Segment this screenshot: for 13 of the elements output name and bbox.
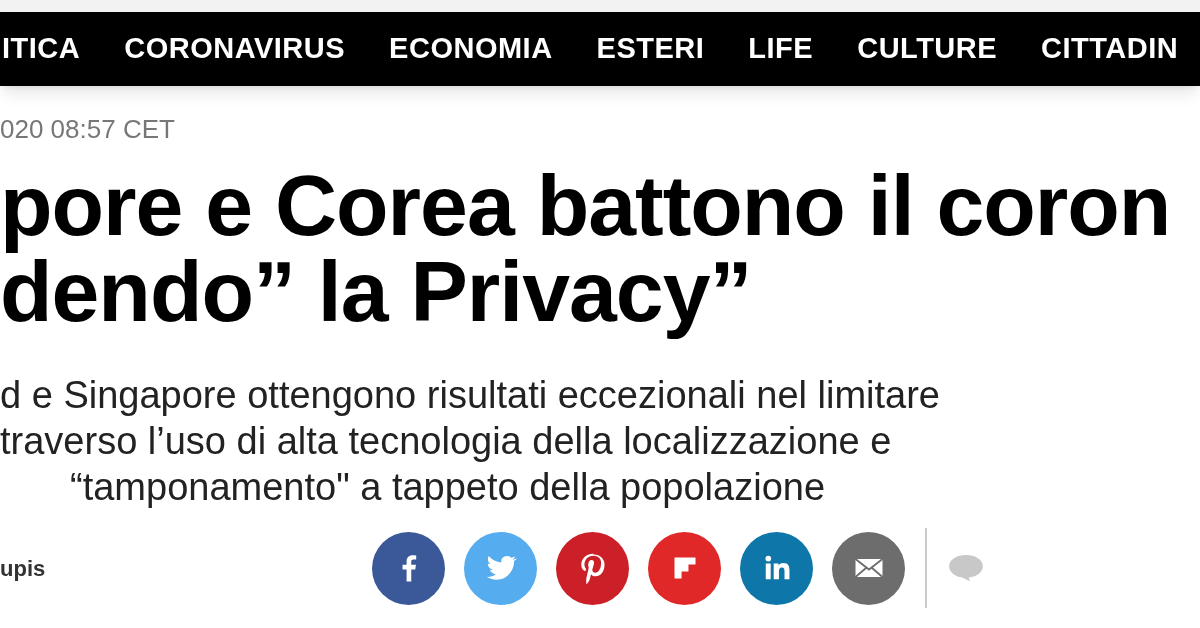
- nav-link[interactable]: ESTERI: [596, 27, 705, 71]
- nav-link[interactable]: ECONOMIA: [389, 27, 553, 71]
- summary-line: traverso l’uso di alta tecnologia della localizzazione e: [0, 419, 892, 464]
- nav-link[interactable]: CULTURE: [857, 27, 998, 71]
- nav-link[interactable]: CITTADIN: [1041, 27, 1179, 71]
- nav-link[interactable]: LIFE: [748, 27, 814, 71]
- summary-line: d e Singapore ottengono risultati eccezionali nel limitare: [0, 373, 940, 418]
- summary-line: “tamponamento" a tappeto della popolazione: [69, 465, 826, 510]
- nav-link[interactable]: CORONAVIRUS: [124, 27, 346, 71]
- nav-link[interactable]: ITICA: [2, 27, 81, 71]
- article-date: 020 08:57 CET: [0, 116, 175, 142]
- author-name: upis: [0, 554, 47, 583]
- speech-bubble-icon: [947, 553, 985, 583]
